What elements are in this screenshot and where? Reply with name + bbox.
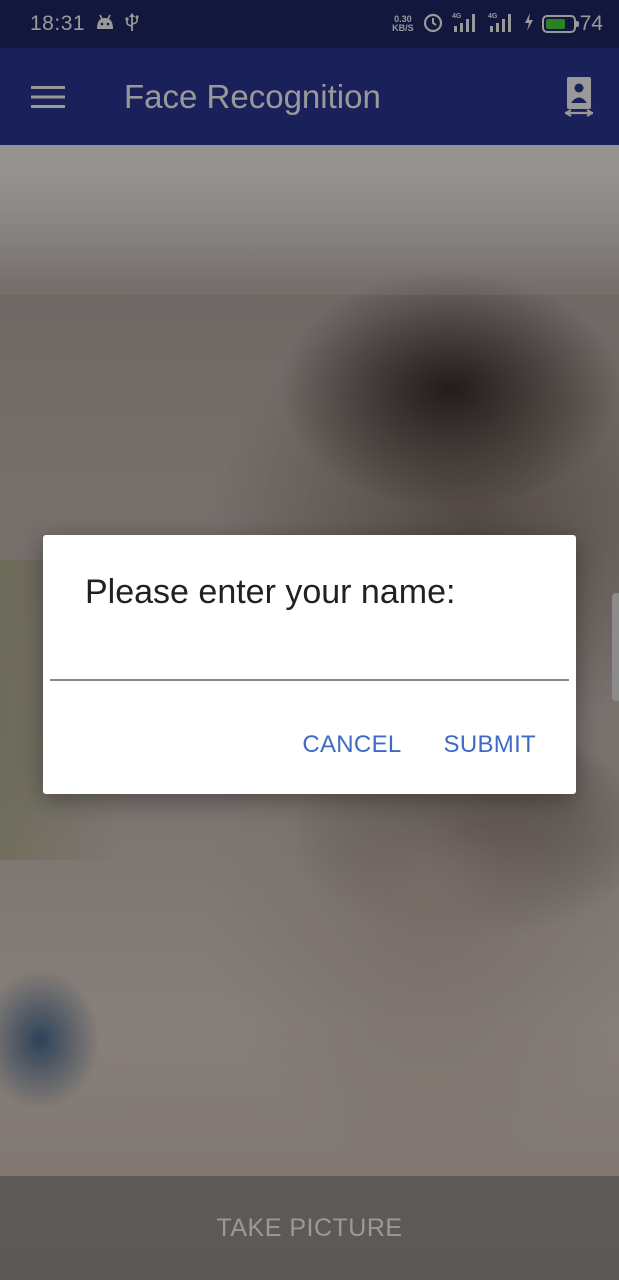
- name-dialog: Please enter your name: CANCEL SUBMIT: [43, 535, 576, 794]
- dialog-actions: CANCEL SUBMIT: [302, 731, 536, 759]
- screen: 18:31 0.30 KB/S 4G 4G 74 Face Recognitio…: [0, 0, 619, 1280]
- dialog-title: Please enter your name:: [85, 573, 456, 611]
- cancel-button[interactable]: CANCEL: [302, 731, 401, 759]
- submit-button[interactable]: SUBMIT: [444, 731, 536, 759]
- name-input[interactable]: [50, 635, 569, 681]
